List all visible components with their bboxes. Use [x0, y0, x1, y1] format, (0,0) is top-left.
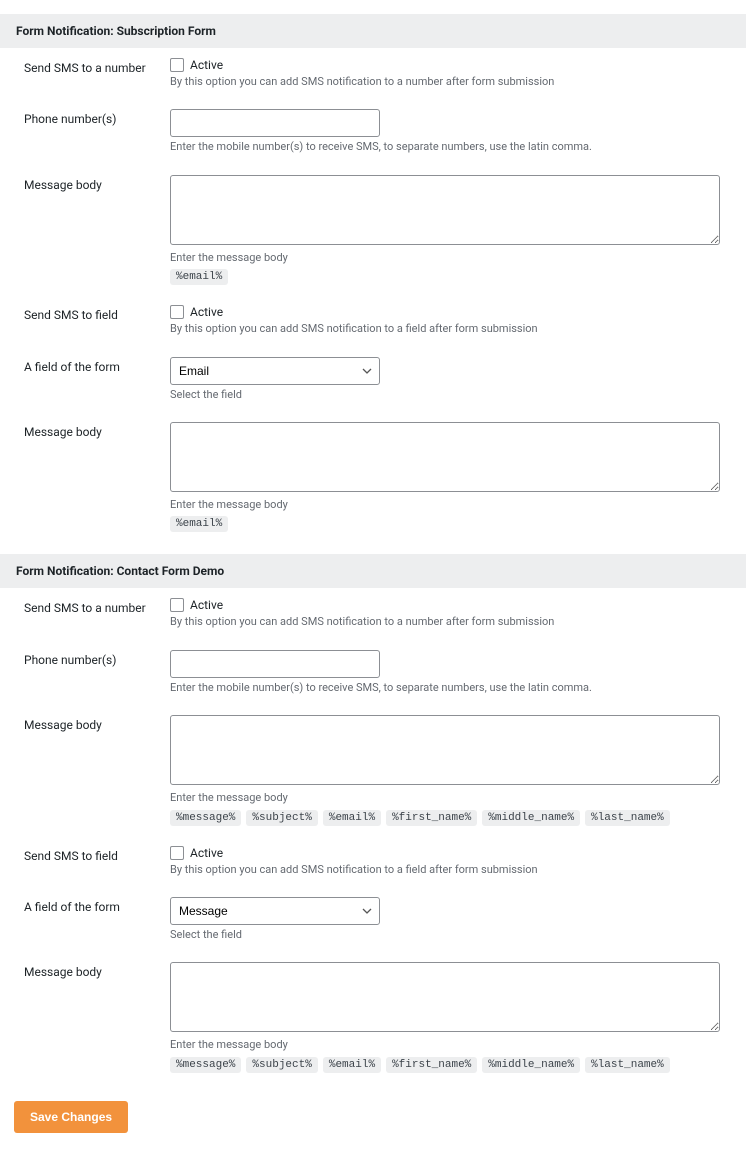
- tag[interactable]: %middle_name%: [482, 1057, 580, 1073]
- tag[interactable]: %subject%: [246, 1057, 317, 1073]
- tag[interactable]: %email%: [323, 1057, 381, 1073]
- phone-input[interactable]: [170, 650, 380, 678]
- sms-number-active-checkbox[interactable]: [170, 598, 184, 612]
- message-body-label: Message body: [0, 422, 170, 439]
- sms-field-active-checkbox[interactable]: [170, 846, 184, 860]
- message-body-label: Message body: [0, 715, 170, 732]
- phone-help: Enter the mobile number(s) to receive SM…: [170, 680, 720, 695]
- message-body-textarea[interactable]: [170, 422, 720, 492]
- active-label: Active: [190, 305, 223, 319]
- active-label: Active: [190, 58, 223, 72]
- field-select[interactable]: Email: [170, 357, 380, 385]
- message-body-label: Message body: [0, 962, 170, 979]
- sms-number-help: By this option you can add SMS notificat…: [170, 614, 720, 629]
- save-changes-button[interactable]: Save Changes: [14, 1101, 128, 1133]
- sms-field-label: Send SMS to field: [0, 846, 170, 863]
- active-label: Active: [190, 598, 223, 612]
- field-help: Select the field: [170, 927, 720, 942]
- tag[interactable]: %subject%: [246, 810, 317, 826]
- field-label: A field of the form: [0, 897, 170, 914]
- phone-help: Enter the mobile number(s) to receive SM…: [170, 139, 720, 154]
- sms-number-label: Send SMS to a number: [0, 598, 170, 615]
- section-header: Form Notification: Subscription Form: [0, 14, 746, 48]
- sms-number-active-checkbox[interactable]: [170, 58, 184, 72]
- tags-row: %message% %subject% %email% %first_name% %mi…: [170, 810, 720, 826]
- message-body-label: Message body: [0, 175, 170, 192]
- tag[interactable]: %first_name%: [386, 1057, 477, 1073]
- phone-label: Phone number(s): [0, 109, 170, 126]
- message-body-help: Enter the message body: [170, 250, 720, 265]
- field-select[interactable]: Message: [170, 897, 380, 925]
- message-body-help: Enter the message body: [170, 497, 720, 512]
- sms-field-help: By this option you can add SMS notificat…: [170, 321, 720, 336]
- message-body-textarea[interactable]: [170, 962, 720, 1032]
- section-header: Form Notification: Contact Form Demo: [0, 554, 746, 588]
- phone-label: Phone number(s): [0, 650, 170, 667]
- message-body-help: Enter the message body: [170, 790, 720, 805]
- tag[interactable]: %middle_name%: [482, 810, 580, 826]
- field-help: Select the field: [170, 387, 720, 402]
- message-body-textarea[interactable]: [170, 715, 720, 785]
- message-body-textarea[interactable]: [170, 175, 720, 245]
- phone-input[interactable]: [170, 109, 380, 137]
- tags-row: %message% %subject% %email% %first_name% %mi…: [170, 1057, 720, 1073]
- tag[interactable]: %first_name%: [386, 810, 477, 826]
- tag[interactable]: %email%: [323, 810, 381, 826]
- tag[interactable]: %email%: [170, 516, 228, 532]
- field-label: A field of the form: [0, 357, 170, 374]
- sms-field-label: Send SMS to field: [0, 305, 170, 322]
- tag[interactable]: %message%: [170, 810, 241, 826]
- tag[interactable]: %last_name%: [585, 1057, 670, 1073]
- sms-field-active-checkbox[interactable]: [170, 305, 184, 319]
- sms-field-help: By this option you can add SMS notificat…: [170, 862, 720, 877]
- tags-row: %email%: [170, 269, 720, 285]
- tags-row: %email%: [170, 516, 720, 532]
- sms-number-label: Send SMS to a number: [0, 58, 170, 75]
- tag[interactable]: %message%: [170, 1057, 241, 1073]
- sms-number-help: By this option you can add SMS notificat…: [170, 74, 720, 89]
- tag[interactable]: %email%: [170, 269, 228, 285]
- tag[interactable]: %last_name%: [585, 810, 670, 826]
- active-label: Active: [190, 846, 223, 860]
- message-body-help: Enter the message body: [170, 1037, 720, 1052]
